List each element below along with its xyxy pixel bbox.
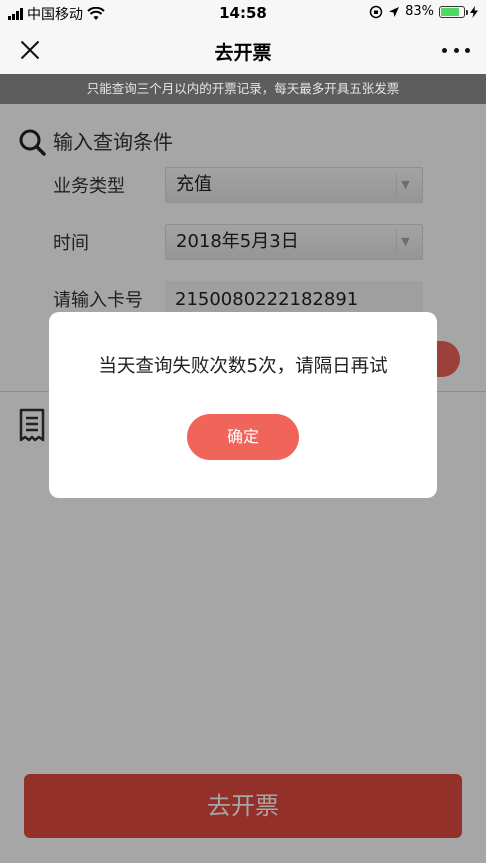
orientation-lock-icon bbox=[369, 5, 383, 18]
more-icon[interactable] bbox=[442, 36, 470, 64]
confirm-button[interactable]: 确定 bbox=[187, 414, 299, 460]
battery-percent: 83% bbox=[405, 4, 434, 19]
location-icon bbox=[389, 6, 400, 17]
notice-banner: 只能查询三个月以内的开票记录，每天最多开具五张发票 bbox=[0, 74, 486, 104]
battery-icon bbox=[439, 5, 468, 18]
nav-bar: 去开票 bbox=[0, 26, 486, 74]
charging-icon bbox=[470, 5, 478, 18]
page-title: 去开票 bbox=[214, 42, 272, 64]
status-bar: 中国移动 14:58 83% bbox=[0, 0, 486, 26]
battery-fill bbox=[441, 7, 460, 16]
alert-dialog: 当天查询失败次数5次，请隔日再试 确定 bbox=[49, 312, 437, 498]
dialog-message: 当天查询失败次数5次，请隔日再试 bbox=[98, 356, 388, 377]
status-right: 83% bbox=[369, 4, 478, 19]
